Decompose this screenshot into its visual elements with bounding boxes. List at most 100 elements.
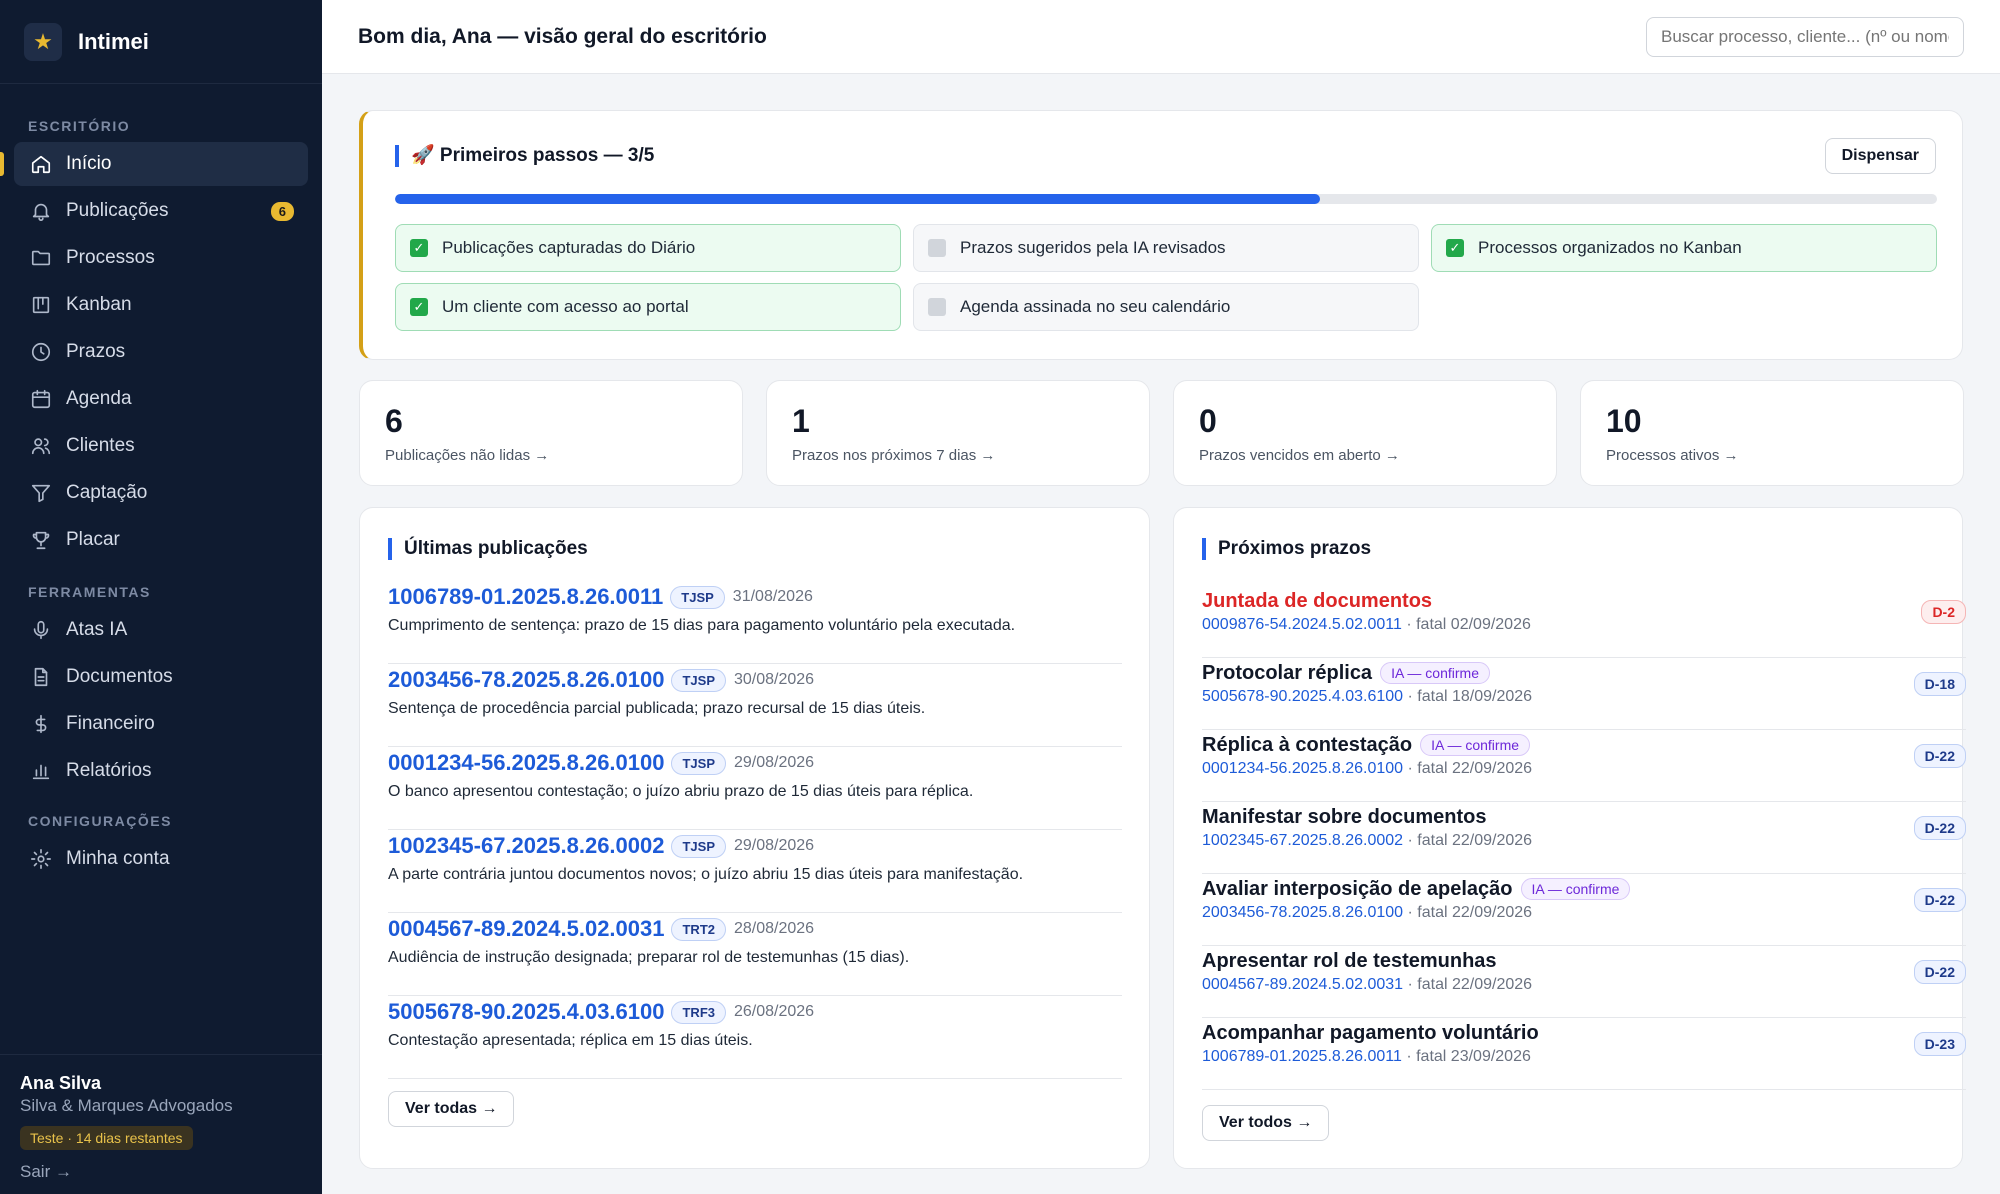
deadline-title-link[interactable]: Protocolar réplica [1202, 662, 1372, 685]
publication-item: 2003456-78.2025.8.26.0100 TJSP 30/08/202… [388, 664, 1122, 747]
process-number-link[interactable]: 0004567-89.2024.5.02.0031 [1202, 976, 1403, 993]
process-number-link[interactable]: 1002345-67.2025.8.26.0002 [388, 833, 664, 859]
stat-card-active-processes[interactable]: 10 Processos ativos → [1580, 380, 1964, 486]
checkbox-empty-icon [928, 239, 946, 257]
sidebar-item-label: Captação [66, 482, 148, 503]
search-input[interactable] [1646, 17, 1964, 57]
filter-icon [30, 482, 52, 504]
days-remaining-badge: D-2 [1921, 600, 1966, 624]
publication-item: 0001234-56.2025.8.26.0100 TJSP 29/08/202… [388, 747, 1122, 830]
process-number-link[interactable]: 1006789-01.2025.8.26.0011 [1202, 1048, 1402, 1065]
trophy-icon [30, 529, 52, 551]
process-number-link[interactable]: 0001234-56.2025.8.26.0100 [1202, 760, 1403, 777]
deadline-title-link[interactable]: Apresentar rol de testemunhas [1202, 950, 1497, 973]
process-number-link[interactable]: 2003456-78.2025.8.26.0100 [1202, 904, 1403, 921]
deadline-title-link[interactable]: Manifestar sobre documentos [1202, 806, 1487, 829]
deadline-title-link[interactable]: Acompanhar pagamento voluntário [1202, 1022, 1539, 1045]
onboarding-step[interactable]: ✓ Publicações capturadas do Diário [395, 224, 901, 272]
stat-label[interactable]: Processos ativos → [1606, 447, 1739, 464]
stat-label[interactable]: Prazos nos próximos 7 dias → [792, 447, 995, 464]
publication-date: 28/08/2026 [733, 920, 815, 937]
sidebar-item-label: Clientes [66, 435, 135, 456]
sidebar-item-placar[interactable]: Placar [14, 518, 308, 562]
publication-date: 31/08/2026 [732, 588, 813, 605]
deadline-title-link[interactable]: Réplica à contestação [1202, 734, 1412, 757]
sidebar-item-agenda[interactable]: Agenda [14, 377, 308, 421]
deadline-item: Réplica à contestação IA — confirme 0001… [1202, 730, 1966, 802]
process-number-link[interactable]: 5005678-90.2025.4.03.6100 [1202, 688, 1403, 705]
stat-label[interactable]: Publicações não lidas → [385, 447, 549, 464]
onboarding-title: 🚀 Primeiros passos — 3/5 [395, 145, 654, 167]
ia-confirm-badge[interactable]: IA — confirme [1380, 662, 1490, 684]
topbar: Bom dia, Ana — visão geral do escritório [322, 0, 2000, 74]
see-all-deadlines-button[interactable]: Ver todos → [1202, 1105, 1330, 1141]
publication-date: 30/08/2026 [734, 671, 815, 688]
court-badge: TJSP [671, 751, 726, 775]
sidebar-item-label: Documentos [66, 666, 173, 687]
publication-description: Sentença de procedência parcial publicad… [388, 700, 926, 717]
sidebar-item-documentos[interactable]: Documentos [14, 655, 308, 699]
deadline-title-link[interactable]: Juntada de documentos [1202, 590, 1432, 613]
stat-card-unread-publications[interactable]: 6 Publicações não lidas → [359, 380, 743, 486]
onboarding-step[interactable]: Prazos sugeridos pela IA revisados [913, 224, 1419, 272]
sidebar-item-kanban[interactable]: Kanban [14, 283, 308, 327]
stat-card-upcoming-deadlines[interactable]: 1 Prazos nos próximos 7 dias → [766, 380, 1150, 486]
sidebar-item-relatorios[interactable]: Relatórios [14, 749, 308, 793]
court-badge: TRF3 [671, 1000, 726, 1024]
publication-date: 29/08/2026 [734, 754, 815, 771]
onboarding-step[interactable]: Agenda assinada no seu calendário [913, 283, 1419, 331]
publication-description: Cumprimento de sentença: prazo de 15 dia… [388, 617, 1016, 634]
sidebar-item-label: Processos [66, 247, 155, 268]
panel-title: Próximos prazos [1202, 538, 1371, 560]
process-number-link[interactable]: 1002345-67.2025.8.26.0002 [1202, 832, 1403, 849]
sidebar-item-label: Atas IA [66, 619, 128, 640]
sidebar-item-publicacoes[interactable]: Publicações 6 [14, 189, 308, 233]
ia-confirm-badge[interactable]: IA — confirme [1420, 734, 1531, 756]
stat-label[interactable]: Prazos vencidos em aberto → [1199, 447, 1400, 464]
process-number-link[interactable]: 1006789-01.2025.8.26.0011 [388, 584, 663, 610]
publication-item: 1002345-67.2025.8.26.0002 TJSP 29/08/202… [388, 830, 1122, 913]
fatal-date: · fatal 02/09/2026 [1401, 616, 1531, 633]
sidebar-item-captacao[interactable]: Captação [14, 471, 308, 515]
microphone-icon [30, 619, 52, 641]
gear-icon [30, 848, 52, 870]
court-badge: TRT2 [671, 917, 726, 941]
onboarding-step[interactable]: ✓ Um cliente com acesso ao portal [395, 283, 901, 331]
sidebar-item-clientes[interactable]: Clientes [14, 424, 308, 468]
stat-card-overdue-deadlines[interactable]: 0 Prazos vencidos em aberto → [1173, 380, 1557, 486]
deadline-item: Avaliar interposição de apelação IA — co… [1202, 874, 1966, 946]
logout-link[interactable]: Sair → [20, 1162, 302, 1182]
process-number-link[interactable]: 0004567-89.2024.5.02.0031 [388, 916, 664, 942]
stat-value: 1 [792, 403, 810, 439]
sidebar-item-atas-ia[interactable]: Atas IA [14, 608, 308, 652]
see-all-publications-button[interactable]: Ver todas → [388, 1091, 515, 1127]
sidebar-item-financeiro[interactable]: Financeiro [14, 702, 308, 746]
sidebar-item-minha-conta[interactable]: Minha conta [14, 837, 308, 881]
ia-confirm-badge[interactable]: IA — confirme [1520, 878, 1631, 900]
user-firm: Silva & Marques Advogados [20, 1096, 233, 1115]
bar-chart-icon [30, 760, 52, 782]
step-label: Publicações capturadas do Diário [442, 238, 696, 257]
days-remaining-badge: D-22 [1913, 816, 1966, 840]
publication-description: Contestação apresentada; réplica em 15 d… [388, 1032, 753, 1049]
onboarding-step[interactable]: ✓ Processos organizados no Kanban [1431, 224, 1937, 272]
sidebar-item-inicio[interactable]: Início [0, 142, 308, 186]
fatal-date: · fatal 18/09/2026 [1403, 688, 1533, 705]
brand[interactable]: ★ Intimei [0, 0, 322, 84]
fatal-date: · fatal 22/09/2026 [1403, 760, 1533, 777]
section-label-office: ESCRITÓRIO [28, 118, 131, 134]
sidebar-item-label: Placar [66, 529, 120, 550]
publication-date: 26/08/2026 [733, 1003, 815, 1020]
process-number-link[interactable]: 2003456-78.2025.8.26.0100 [388, 667, 664, 693]
days-remaining-badge: D-23 [1913, 1032, 1966, 1056]
process-number-link[interactable]: 5005678-90.2025.4.03.6100 [388, 999, 664, 1025]
step-label: Processos organizados no Kanban [1478, 238, 1742, 257]
dismiss-button[interactable]: Dispensar [1824, 138, 1936, 174]
process-number-link[interactable]: 0009876-54.2024.5.02.0011 [1202, 616, 1402, 633]
deadline-title-link[interactable]: Avaliar interposição de apelação [1202, 878, 1513, 901]
process-number-link[interactable]: 0001234-56.2025.8.26.0100 [388, 750, 664, 776]
sidebar-item-prazos[interactable]: Prazos [14, 330, 308, 374]
step-label: Um cliente com acesso ao portal [442, 297, 689, 316]
page-title: Bom dia, Ana — visão geral do escritório [358, 24, 767, 48]
sidebar-item-processos[interactable]: Processos [14, 236, 308, 280]
